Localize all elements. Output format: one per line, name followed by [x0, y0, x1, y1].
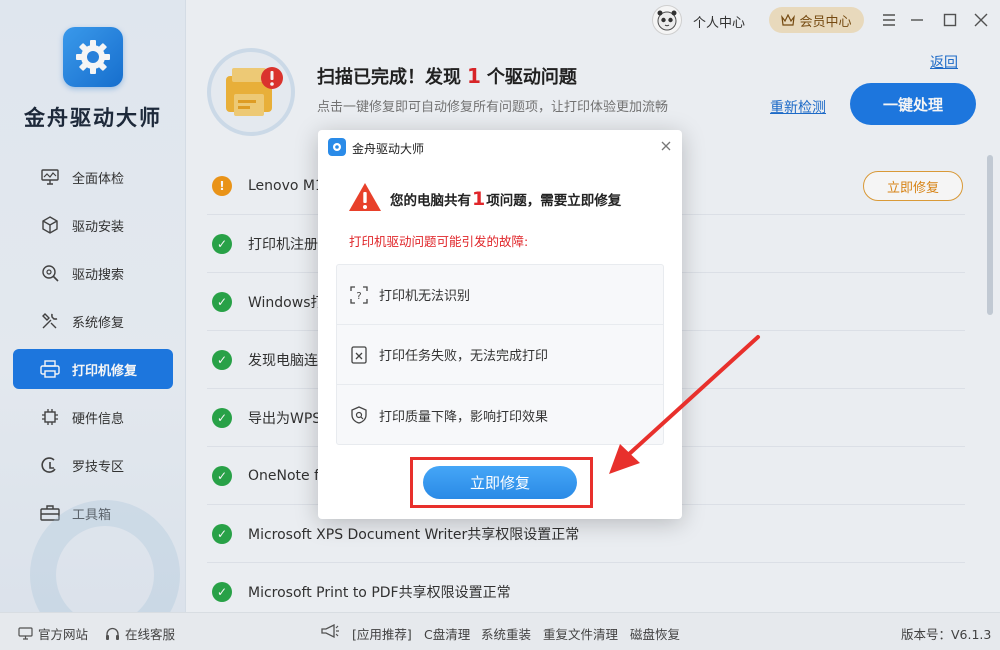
dialog-subtitle: 打印机驱动问题可能引发的故障: [349, 234, 529, 249]
unknown-device-icon: ? [349, 285, 369, 305]
issue-label: 打印质量下降，影响打印效果 [379, 409, 549, 425]
list-item: 打印任务失败，无法完成打印 [337, 325, 663, 385]
warning-triangle-icon [348, 182, 382, 212]
dialog-close-icon[interactable] [658, 138, 674, 154]
issue-label: 打印任务失败，无法完成打印 [379, 349, 549, 364]
dialog-issue-count: 1 [472, 188, 486, 210]
issue-list: ? 打印机无法识别 打印任务失败，无法完成打印 打印质量下降，影响打印效果 [336, 264, 664, 445]
failed-doc-icon [349, 345, 369, 365]
svg-text:?: ? [356, 291, 361, 302]
list-item: 打印质量下降，影响打印效果 [337, 385, 663, 445]
dialog-title: 金舟驱动大师 [352, 142, 425, 156]
app-window: 金舟驱动大师 全面体检 驱动安装 驱动搜索 系统修复 打印机修复 硬件信息 罗技… [0, 0, 1000, 650]
list-item: ? 打印机无法识别 [337, 265, 663, 325]
quality-shield-icon [349, 405, 369, 425]
dialog-headline: 您的电脑共有1项问题，需要立即修复 [390, 188, 621, 210]
app-logo-small-icon [328, 138, 346, 156]
dialog-fix-button[interactable]: 立即修复 [423, 466, 577, 499]
dialog-headline-suffix: 项问题，需要立即修复 [486, 193, 622, 209]
issue-label: 打印机无法识别 [379, 289, 471, 304]
dialog-headline-prefix: 您的电脑共有 [390, 193, 471, 209]
repair-dialog: 金舟驱动大师 您的电脑共有1项问题，需要立即修复 打印机驱动问题可能引发的故障:… [318, 130, 682, 519]
